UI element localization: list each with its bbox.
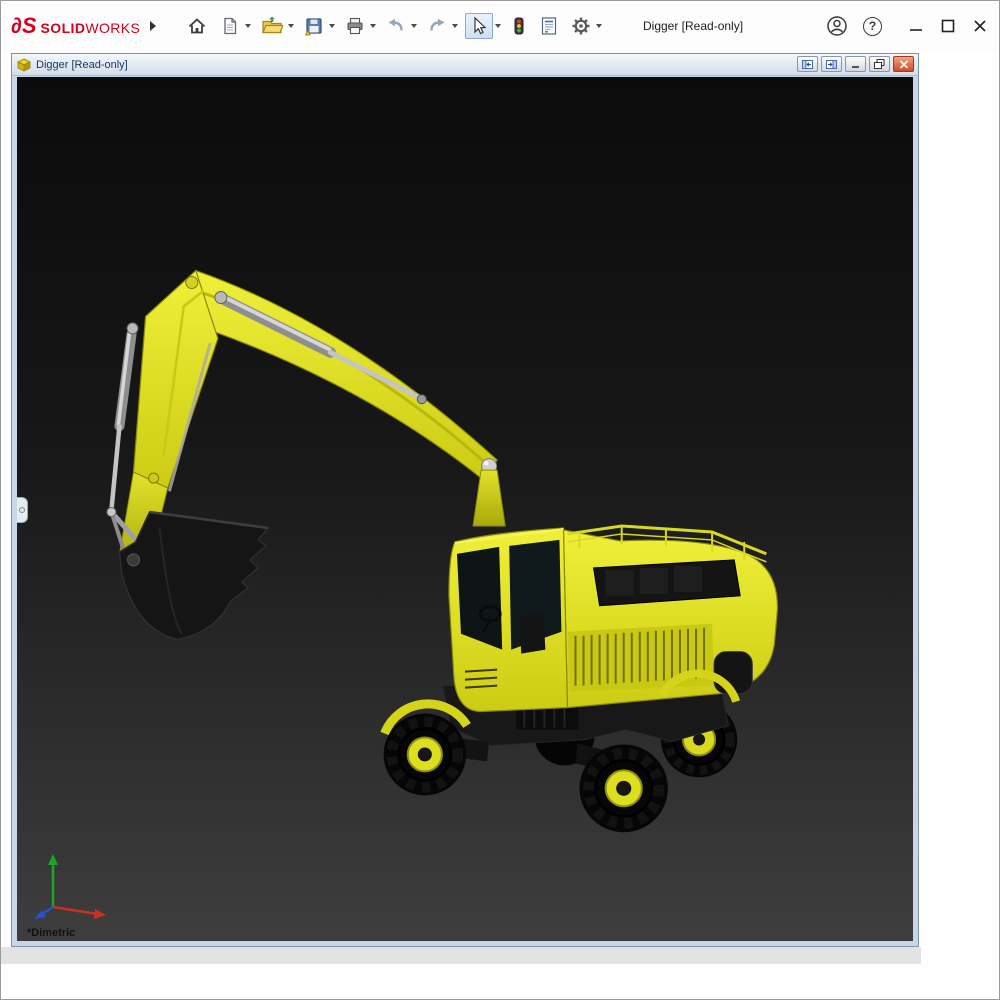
upper-body [563, 526, 777, 708]
open-dropdown-arrow[interactable] [288, 24, 294, 28]
document-title: Digger [Read-only] [36, 59, 128, 71]
bucket [119, 512, 268, 640]
x-axis-arrow [53, 907, 106, 919]
logo-works-text: WORKS [85, 20, 140, 36]
undo-dropdown-arrow[interactable] [411, 24, 417, 28]
tile-left-icon [802, 60, 813, 69]
tool-undo [383, 13, 417, 39]
save-dropdown-arrow[interactable] [329, 24, 335, 28]
selection-filters-button[interactable] [508, 13, 530, 39]
quick-access-toolbar [184, 13, 609, 39]
open-folder-icon [261, 16, 283, 36]
z-axis-arrow [34, 907, 53, 919]
digger-model[interactable] [17, 77, 913, 941]
minimize-button[interactable] [909, 19, 923, 33]
help-glyph: ? [869, 19, 876, 33]
options-button[interactable] [568, 13, 594, 39]
featuremanager-collapsed-tab[interactable] [17, 497, 28, 523]
redo-button[interactable] [424, 13, 450, 39]
3ds-logo-mark: ∂S [11, 13, 37, 39]
print-button[interactable] [342, 13, 368, 39]
new-document-dropdown-arrow[interactable] [245, 24, 251, 28]
doc-restore-icon [874, 59, 885, 69]
window-controls: ? [826, 15, 989, 37]
account-button[interactable] [826, 15, 848, 37]
maximize-button[interactable] [941, 19, 955, 33]
tool-home [184, 13, 210, 39]
app-title: Digger [Read-only] [643, 19, 743, 33]
toolbar-overflow-chevron[interactable] [150, 21, 156, 31]
gear-icon [571, 16, 591, 36]
doc-minimize-icon [851, 60, 861, 69]
view-orientation-label: *Dimetric [27, 927, 75, 939]
document-window: Digger [Read-only] [11, 53, 919, 947]
select-cursor-icon [470, 16, 488, 36]
tool-new-document [217, 13, 251, 39]
print-icon [345, 16, 365, 36]
tool-save [301, 13, 335, 39]
print-dropdown-arrow[interactable] [370, 24, 376, 28]
top-toolbar: ∂S SOLID WORKS [1, 1, 999, 51]
user-account-icon [826, 15, 848, 37]
doc-minimize-button[interactable] [845, 56, 866, 72]
redo-dropdown-arrow[interactable] [452, 24, 458, 28]
tile-right-button[interactable] [821, 56, 842, 72]
tool-options [568, 13, 602, 39]
tile-right-icon [826, 60, 837, 69]
select-dropdown-arrow[interactable] [495, 24, 501, 28]
app-window-buttons [909, 19, 987, 33]
minimize-icon [909, 19, 923, 33]
new-document-icon [220, 16, 240, 36]
tile-left-button[interactable] [797, 56, 818, 72]
save-icon [304, 16, 324, 36]
orientation-triad[interactable] [25, 845, 125, 925]
report-document-icon [540, 16, 558, 36]
solidworks-logo: ∂S SOLID WORKS [11, 13, 140, 39]
tool-open [258, 13, 294, 39]
featuremanager-tab-dot [19, 507, 25, 513]
solidworks-app-window: ∂S SOLID WORKS [0, 0, 1000, 1000]
save-button[interactable] [301, 13, 327, 39]
select-tool-button[interactable] [465, 13, 493, 39]
home-button[interactable] [184, 13, 210, 39]
logo-solid-text: SOLID [41, 20, 86, 36]
undo-button[interactable] [383, 13, 409, 39]
traffic-light-icon [511, 16, 527, 36]
doc-close-button[interactable] [893, 56, 914, 72]
open-button[interactable] [258, 13, 286, 39]
tool-selection-filters [508, 13, 530, 39]
document-titlebar[interactable]: Digger [Read-only] [12, 54, 918, 76]
design-report-button[interactable] [537, 13, 561, 39]
tool-print [342, 13, 376, 39]
undo-icon [386, 16, 406, 36]
status-strip [1, 947, 921, 964]
redo-icon [427, 16, 447, 36]
cab [449, 528, 568, 712]
help-icon: ? [863, 17, 882, 36]
y-axis-arrow [48, 854, 58, 907]
options-dropdown-arrow[interactable] [596, 24, 602, 28]
doc-restore-button[interactable] [869, 56, 890, 72]
close-icon [973, 19, 987, 33]
graphics-area[interactable]: *Dimetric [17, 77, 913, 941]
tool-design-report [537, 13, 561, 39]
tool-select [465, 13, 501, 39]
part-document-icon[interactable] [17, 58, 31, 72]
help-button[interactable]: ? [863, 17, 882, 36]
home-icon [187, 16, 207, 36]
new-document-button[interactable] [217, 13, 243, 39]
tool-redo [424, 13, 458, 39]
close-button[interactable] [973, 19, 987, 33]
maximize-icon [941, 19, 955, 33]
doc-close-icon [899, 60, 909, 69]
document-window-buttons [797, 56, 914, 72]
